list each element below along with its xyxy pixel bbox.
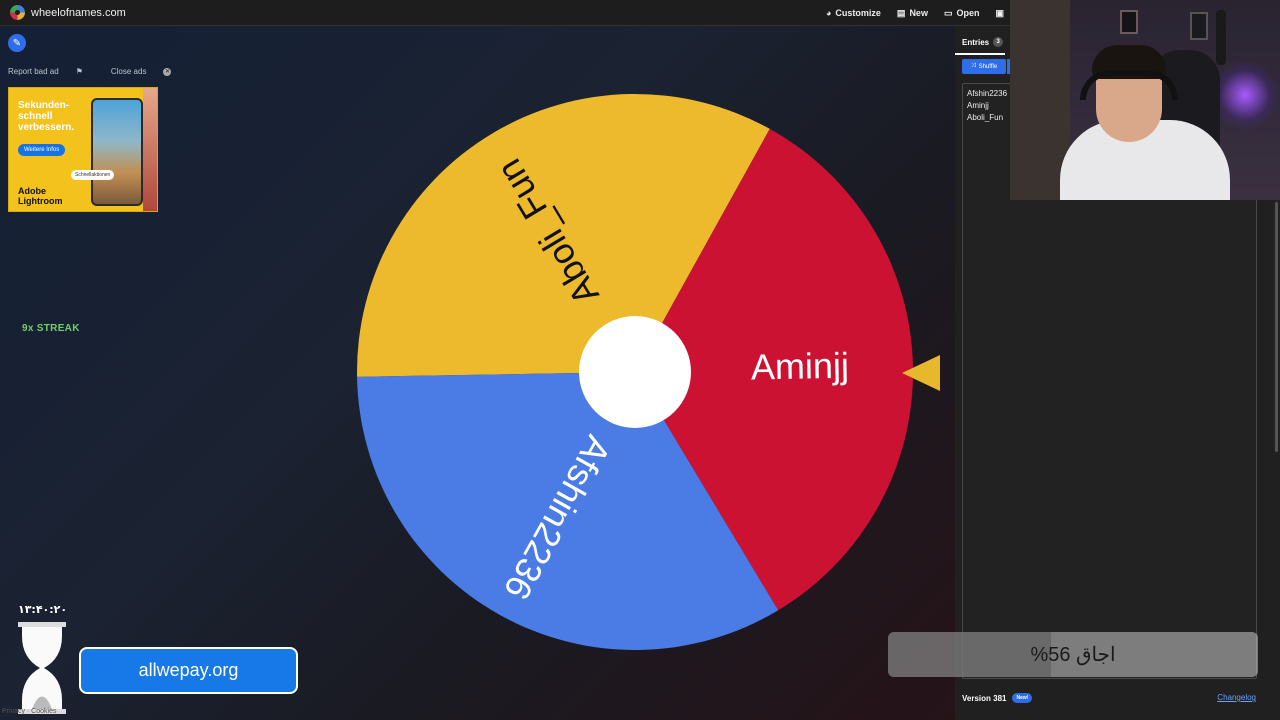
tab-entries[interactable]: Entries 3 (962, 37, 1004, 47)
ad-person-image (143, 88, 157, 211)
donate-link-button[interactable]: allwepay.org (79, 647, 298, 694)
close-ads-link[interactable]: Close ads ✕ (111, 67, 186, 76)
ad-chip: Schnellaktionen (71, 170, 115, 180)
edit-wheel-button[interactable]: ✎ (8, 34, 26, 52)
webcam-overlay (1010, 0, 1280, 200)
webcam-rgb-light (1210, 60, 1280, 130)
site-logo[interactable]: wheelofnames.com (10, 5, 126, 20)
progress-overlay: اجاق 56% (888, 632, 1258, 677)
hourglass-icon (18, 622, 66, 719)
ad-brand: Adobe Lightroom (18, 186, 63, 206)
ad-controls: Report bad ad ⚑ Close ads ✕ (8, 67, 199, 76)
changelog-link[interactable]: Changelog (1217, 693, 1256, 702)
open-label: Open (956, 8, 980, 18)
new-badge: New! (1012, 693, 1033, 703)
file-icon: ▤ (896, 7, 906, 18)
wheel[interactable]: Aboli_FunAminjjAfshin2236 (355, 92, 915, 652)
wheel-container[interactable]: Aboli_Fun Aminjj Afshin2236 (355, 92, 915, 657)
wheel-center-hub[interactable] (579, 316, 691, 428)
close-ads-label: Close ads (110, 67, 147, 76)
shuffle-button[interactable]: ⤨ Shuffle (962, 59, 1006, 74)
ad-headline: Sekunden-schnell verbessern. (18, 100, 75, 133)
version-info: Version 381 New! (962, 693, 1033, 703)
wheel-logo-icon (10, 5, 25, 20)
streak-label: 9x STREAK (22, 323, 80, 334)
folder-icon: ▭ (943, 7, 953, 18)
wheel-pointer (900, 353, 942, 400)
webcam-wall-poster (1120, 10, 1138, 34)
shuffle-label: Shuffle (978, 63, 998, 70)
new-label: New (909, 8, 928, 18)
pointer-arrow-icon (902, 355, 940, 391)
shuffle-icon: ⤨ (970, 63, 976, 69)
advertisement[interactable]: Sekunden-schnell verbessern. Weitere Inf… (8, 87, 158, 212)
site-name: wheelofnames.com (31, 6, 126, 19)
tab-entries-label: Entries (962, 37, 990, 47)
flag-icon: ⚑ (75, 67, 83, 76)
save-icon: ▣ (995, 7, 1004, 18)
top-nav: ◕ Customize ▤ New ▭ Open ▣ (810, 0, 1010, 26)
active-tab-indicator (955, 53, 1005, 55)
close-icon: ✕ (163, 67, 172, 76)
customize-button[interactable]: ◕ Customize (826, 8, 881, 18)
open-button[interactable]: ▭ Open (944, 8, 980, 19)
webcam-guitar (1216, 10, 1226, 65)
webcam-wall-poster-2 (1190, 12, 1208, 40)
ad-phone-image (91, 98, 143, 206)
headset-icon (1080, 70, 1178, 100)
new-button[interactable]: ▤ New (897, 8, 928, 19)
report-ad-link[interactable]: Report bad ad ⚑ (8, 67, 97, 76)
scrollbar[interactable] (1275, 202, 1278, 452)
wheel-segment-label: Aminjj (751, 345, 850, 388)
save-button[interactable]: ▣ (995, 8, 1008, 19)
progress-text: اجاق 56% (1030, 644, 1116, 666)
pencil-icon: ✎ (12, 37, 22, 49)
entries-count-badge: 3 (993, 37, 1004, 47)
privacy-link[interactable]: Privacy · Cookies (2, 708, 56, 715)
customize-label: Customize (835, 8, 881, 18)
version-label: Version 381 (962, 693, 1007, 703)
top-bar: wheelofnames.com ◕ Customize ▤ New ▭ Ope… (0, 0, 1010, 26)
palette-icon: ◕ (825, 8, 832, 18)
report-ad-label: Report bad ad (8, 67, 59, 76)
stream-timer: ۱۳:۴۰:۲۰ (18, 603, 68, 616)
ad-cta-button[interactable]: Weitere Infos (18, 144, 66, 156)
